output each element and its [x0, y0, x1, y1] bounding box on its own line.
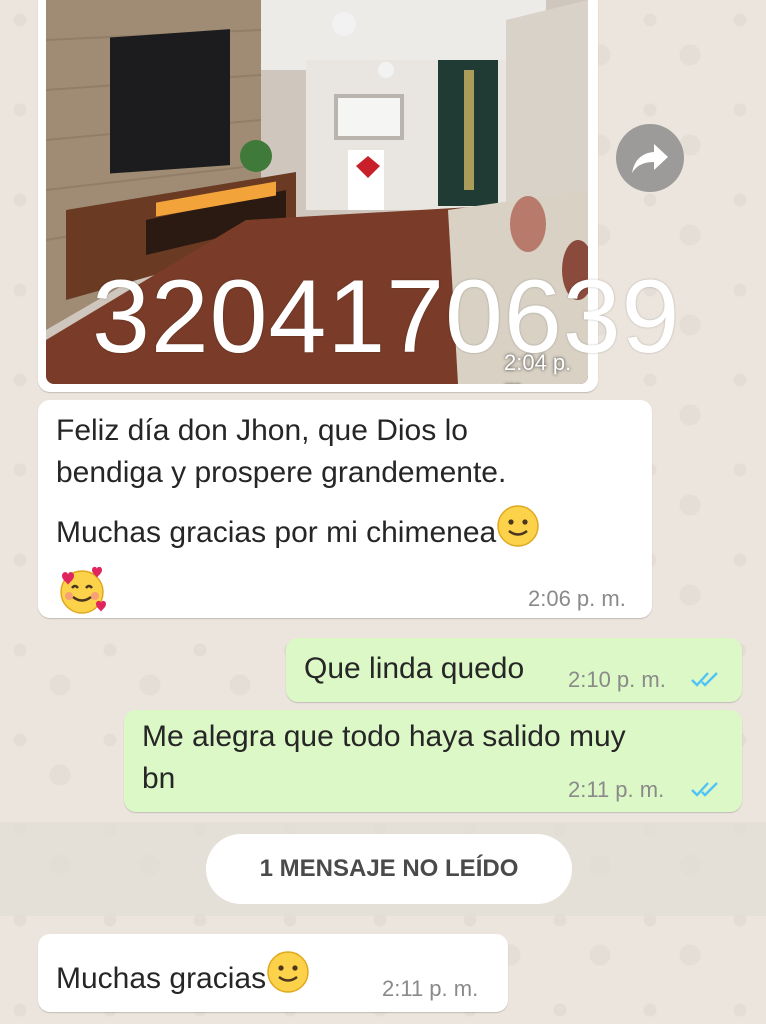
- message-line: bn: [142, 762, 176, 795]
- unread-messages-banner: 1 MENSAJE NO LEÍDO: [206, 834, 572, 904]
- incoming-message[interactable]: Feliz día don Jhon, que Dios lo bendiga …: [38, 400, 652, 618]
- message-timestamp: 2:06 p. m.: [528, 586, 626, 611]
- message-timestamp: 2:11 p. m.: [382, 976, 479, 1001]
- message-line: Muchas gracias por mi chimenea: [56, 516, 497, 549]
- message-line: Me alegra que todo haya salido muy: [142, 720, 626, 753]
- slightly-smiling-face-icon: [496, 504, 540, 560]
- forward-button[interactable]: [616, 124, 684, 192]
- message-timestamp: 2:10 p. m.: [568, 667, 666, 692]
- outgoing-message[interactable]: Que linda quedo 2:10 p. m.: [286, 638, 742, 702]
- message-text: Que linda quedo: [304, 652, 525, 685]
- message-timestamp: 2:11 p. m.: [568, 777, 665, 802]
- double-check-icon: [691, 672, 718, 687]
- message-line: Feliz día don Jhon, que Dios lo: [56, 414, 468, 447]
- outgoing-message[interactable]: Me alegra que todo haya salido muy bn 2:…: [124, 710, 742, 812]
- phone-watermark: 3204170639: [92, 259, 681, 375]
- double-check-icon: [691, 782, 718, 797]
- forward-arrow-icon: [632, 144, 668, 173]
- message-text: Muchas gracias: [56, 962, 267, 995]
- message-line: bendiga y prospere grandemente.: [56, 456, 507, 489]
- slightly-smiling-face-icon: [266, 950, 310, 1006]
- smiling-face-with-hearts-icon: [56, 564, 108, 628]
- incoming-message[interactable]: Muchas gracias 2:11 p. m.: [38, 934, 508, 1012]
